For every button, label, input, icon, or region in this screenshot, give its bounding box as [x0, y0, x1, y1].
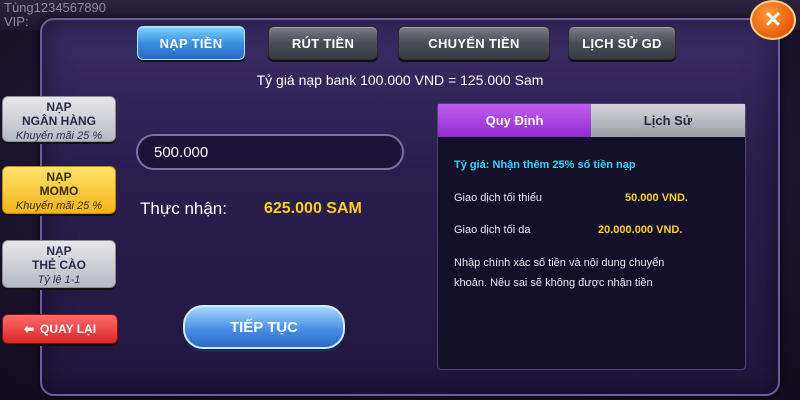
tab-deposit[interactable]: NẠP TIỀN: [137, 26, 245, 60]
close-button[interactable]: ✕: [750, 0, 796, 40]
back-button-label: QUAY LẠI: [40, 322, 97, 336]
tab-withdraw[interactable]: RÚT TIỀN: [268, 26, 378, 60]
info-max-value: 20.000.000 VND.: [598, 224, 683, 236]
side-item-momo-sub: Khuyến mãi 25 %: [15, 200, 103, 212]
background-username: Tùng1234567890: [4, 0, 106, 15]
info-note-line1: Nhập chính xác số tiền và nội dung chuyể…: [454, 257, 665, 269]
side-item-bank-sub: Khuyến mãi 25 %: [15, 130, 103, 142]
info-min-label: Giao dịch tối thiểu: [454, 192, 543, 204]
amount-input[interactable]: 500.000: [136, 134, 404, 170]
tab-history[interactable]: LỊCH SỬ GD: [568, 26, 676, 60]
info-tab-history[interactable]: Lịch Sử: [591, 104, 745, 137]
info-tab-rules[interactable]: Quy Định: [438, 104, 591, 137]
info-box: Quy Định Lịch Sử Tỷ giá: Nhận thêm 25% s…: [437, 103, 746, 370]
side-item-momo[interactable]: NẠP MOMO Khuyến mãi 25 %: [2, 166, 116, 214]
info-note-line2: khoản. Nếu sai sẽ không được nhận tiền: [454, 277, 653, 289]
back-button[interactable]: ⬅ QUAY LẠI: [2, 314, 118, 344]
info-min-value: 50.000 VND.: [625, 192, 688, 204]
back-arrow-icon: ⬅: [23, 322, 35, 336]
side-item-card-line2: THẺ CÀO: [32, 258, 86, 272]
side-item-card-line1: NẠP: [46, 244, 72, 258]
receive-label: Thực nhận:: [140, 199, 227, 218]
side-item-card-sub: Tỷ lệ 1-1: [37, 274, 81, 286]
background-vip: VIP:: [4, 14, 29, 29]
receive-value: 625.000 SAM: [264, 200, 362, 217]
info-max-label: Giao dịch tối da: [454, 224, 531, 236]
side-item-momo-line2: MOMO: [39, 184, 79, 198]
tab-transfer[interactable]: CHUYỂN TIỀN: [398, 26, 550, 60]
side-item-card[interactable]: NẠP THẺ CÀO Tỷ lệ 1-1: [2, 240, 116, 288]
side-item-bank-line1: NẠP: [46, 100, 72, 114]
info-rate-bonus: Tỷ giá: Nhận thêm 25% số tiền nạp: [454, 159, 636, 171]
side-item-bank-line2: NGÂN HÀNG: [22, 114, 96, 128]
close-icon: ✕: [763, 7, 783, 32]
side-item-momo-line1: NẠP: [46, 170, 72, 184]
continue-button[interactable]: TIẾP TỤC: [183, 305, 345, 349]
exchange-rate-text: Tỷ giá nạp bank 100.000 VND = 125.000 Sa…: [256, 72, 544, 88]
side-item-bank[interactable]: NẠP NGÂN HÀNG Khuyến mãi 25 %: [2, 96, 116, 142]
